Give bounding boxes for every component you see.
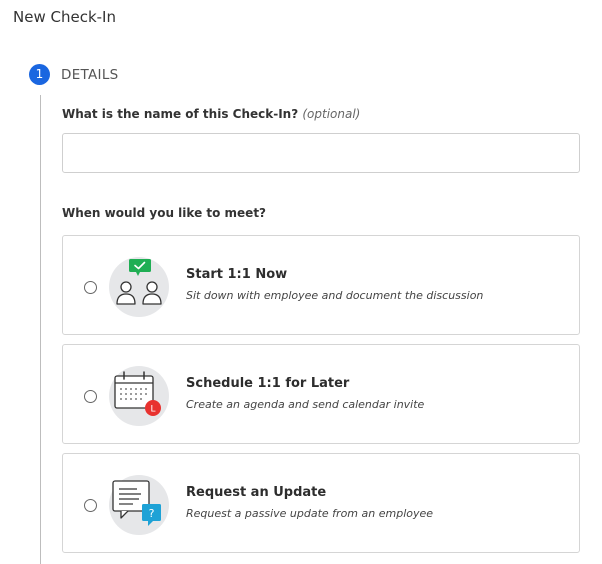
checkin-name-label-text: What is the name of this Check-In? <box>62 107 299 121</box>
schedule-later-description: Create an agenda and send calendar invit… <box>186 398 425 411</box>
step-label: DETAILS <box>61 67 119 83</box>
request-update-radio[interactable] <box>84 499 97 512</box>
optional-hint: (optional) <box>302 107 361 121</box>
start-now-description: Sit down with employee and document the … <box>186 289 484 302</box>
option-start-now[interactable]: Start 1:1 Now Sit down with employee and… <box>62 235 580 335</box>
step-number-badge: 1 <box>29 64 50 85</box>
request-update-description: Request a passive update from an employe… <box>186 507 434 520</box>
start-now-radio[interactable] <box>84 281 97 294</box>
question-badge-mark: ? <box>149 507 155 520</box>
calendar-badge-letter: L <box>150 405 155 415</box>
option-schedule-later[interactable]: L Schedule 1:1 for Later Create an agend… <box>62 344 580 444</box>
calendar-icon: L <box>109 366 169 426</box>
step-connector-line <box>40 95 41 564</box>
request-update-title: Request an Update <box>186 485 327 500</box>
option-request-update[interactable]: ? Request an Update Request a passive up… <box>62 453 580 553</box>
people-checkmark-icon <box>109 257 169 317</box>
start-now-title: Start 1:1 Now <box>186 267 288 282</box>
document-question-icon: ? <box>109 475 169 535</box>
schedule-later-title: Schedule 1:1 for Later <box>186 376 350 391</box>
meet-timing-label: When would you like to meet? <box>62 206 267 220</box>
page-title: New Check-In <box>13 8 116 26</box>
schedule-later-radio[interactable] <box>84 390 97 403</box>
checkin-name-input[interactable] <box>62 133 580 173</box>
checkin-name-label: What is the name of this Check-In? (opti… <box>62 107 360 121</box>
